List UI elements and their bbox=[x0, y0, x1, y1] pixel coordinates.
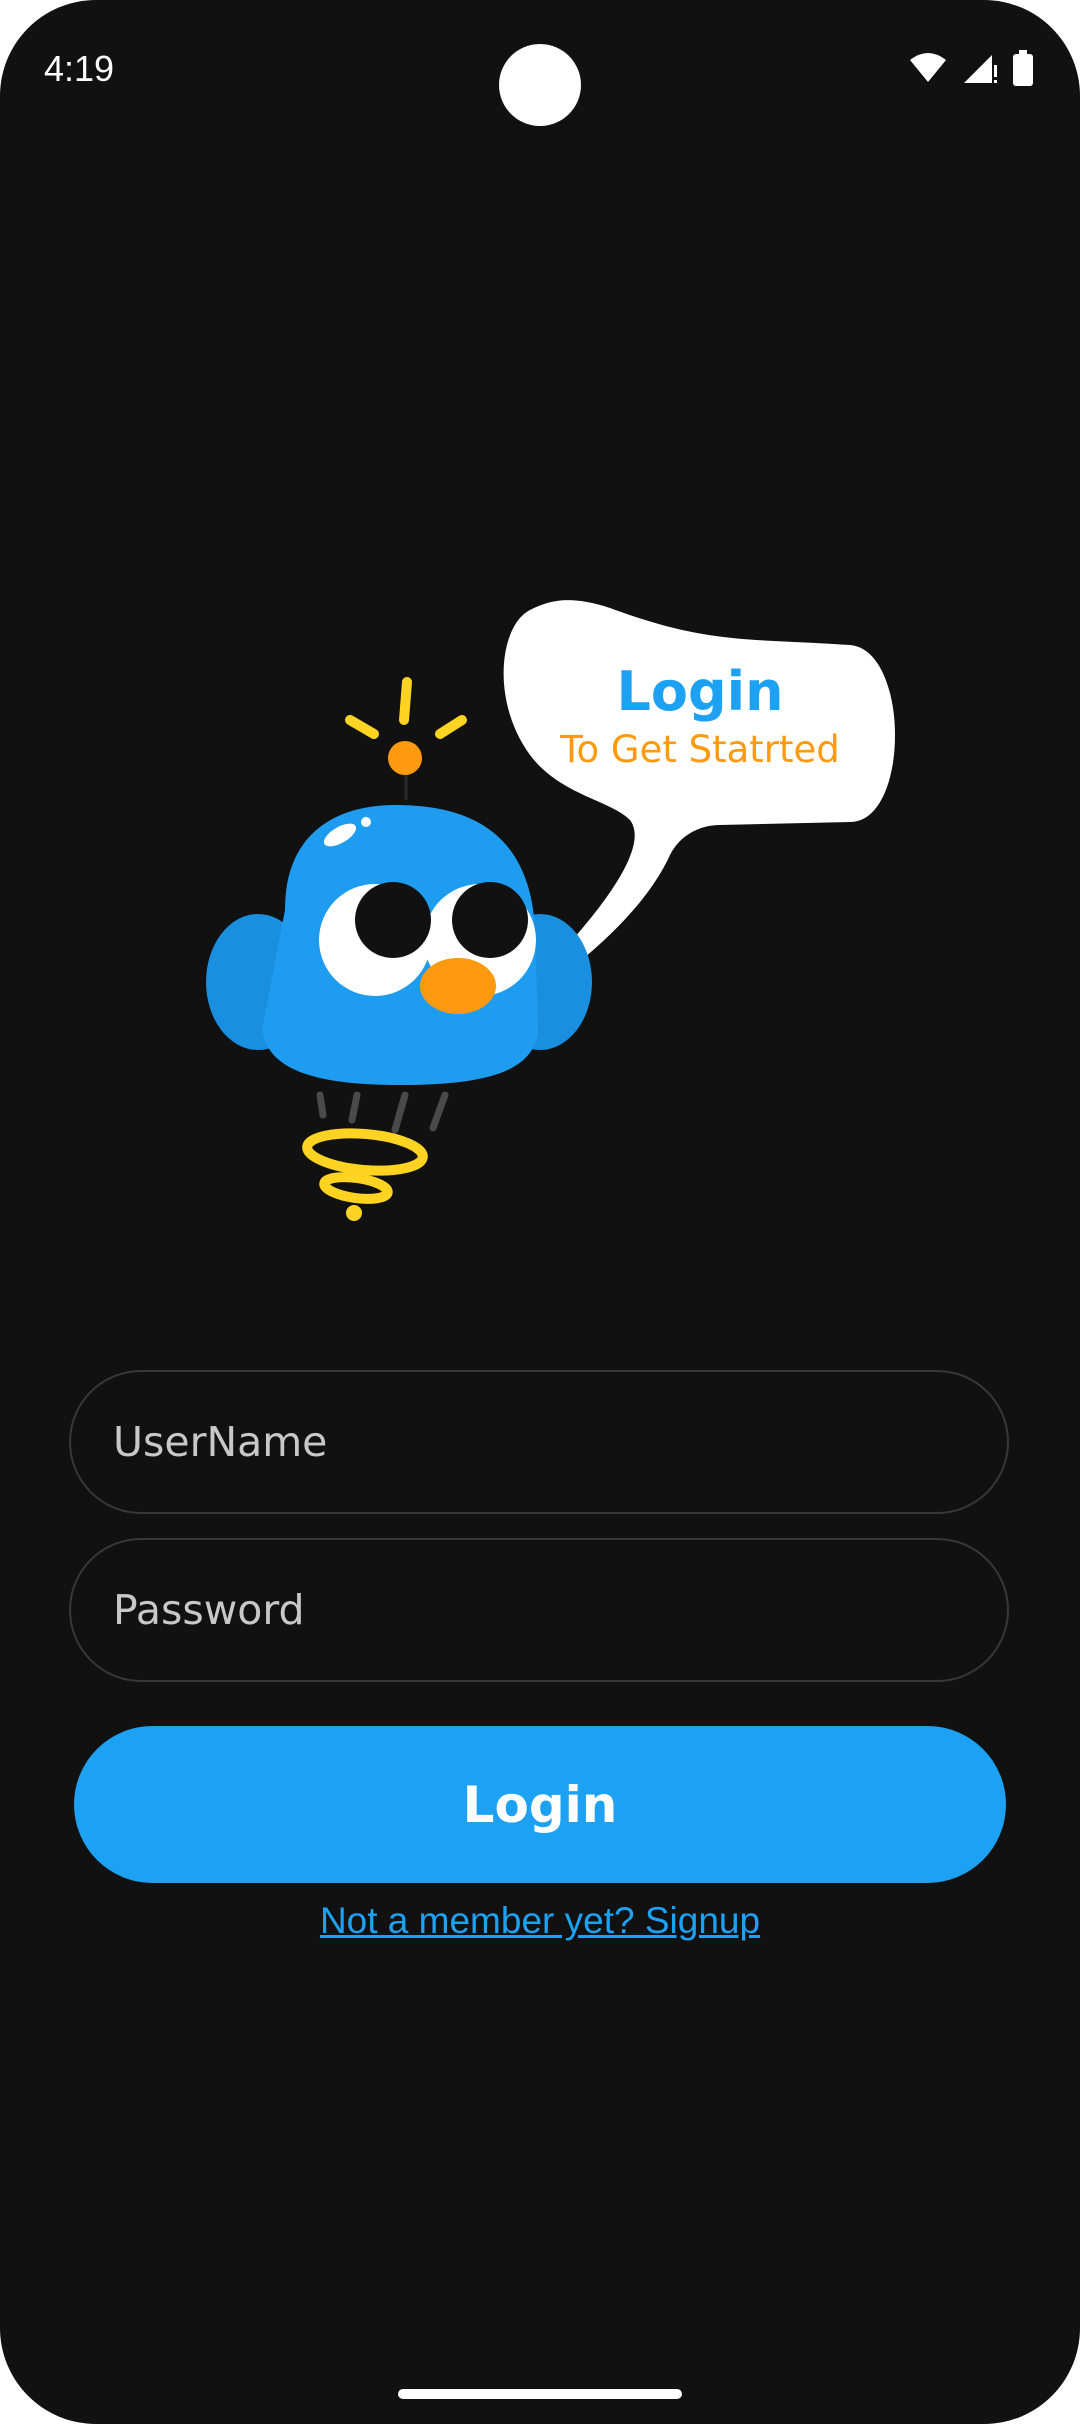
signup-link[interactable]: Not a member yet? Signup bbox=[0, 1900, 1080, 1942]
bubble-title: Login bbox=[616, 660, 783, 723]
username-field[interactable] bbox=[69, 1370, 1009, 1514]
antenna-ball bbox=[388, 741, 422, 775]
camera-cutout bbox=[499, 44, 581, 126]
password-input[interactable] bbox=[111, 1585, 1007, 1635]
cell-signal-icon bbox=[962, 51, 998, 89]
antenna-sparks bbox=[345, 677, 467, 739]
username-input[interactable] bbox=[111, 1417, 1007, 1467]
exhaust-lines bbox=[316, 1091, 449, 1134]
status-bar: 4:19 bbox=[0, 0, 1080, 140]
bubble-subtitle: To Get Statrted bbox=[559, 728, 840, 771]
home-indicator[interactable] bbox=[398, 2389, 682, 2399]
status-time: 4:19 bbox=[44, 48, 115, 89]
login-button[interactable]: Login bbox=[74, 1726, 1006, 1883]
wifi-icon bbox=[908, 52, 948, 88]
mascot-beak bbox=[420, 958, 496, 1014]
spring-coil bbox=[302, 1128, 428, 1204]
password-field[interactable] bbox=[69, 1538, 1009, 1682]
app-screen: 4:19 Login To Get Statrted UserName Logi… bbox=[0, 0, 1080, 2424]
mascot-illustration: Login To Get Statrted bbox=[190, 590, 910, 1240]
status-icons bbox=[908, 50, 1034, 90]
battery-icon bbox=[1012, 50, 1034, 90]
